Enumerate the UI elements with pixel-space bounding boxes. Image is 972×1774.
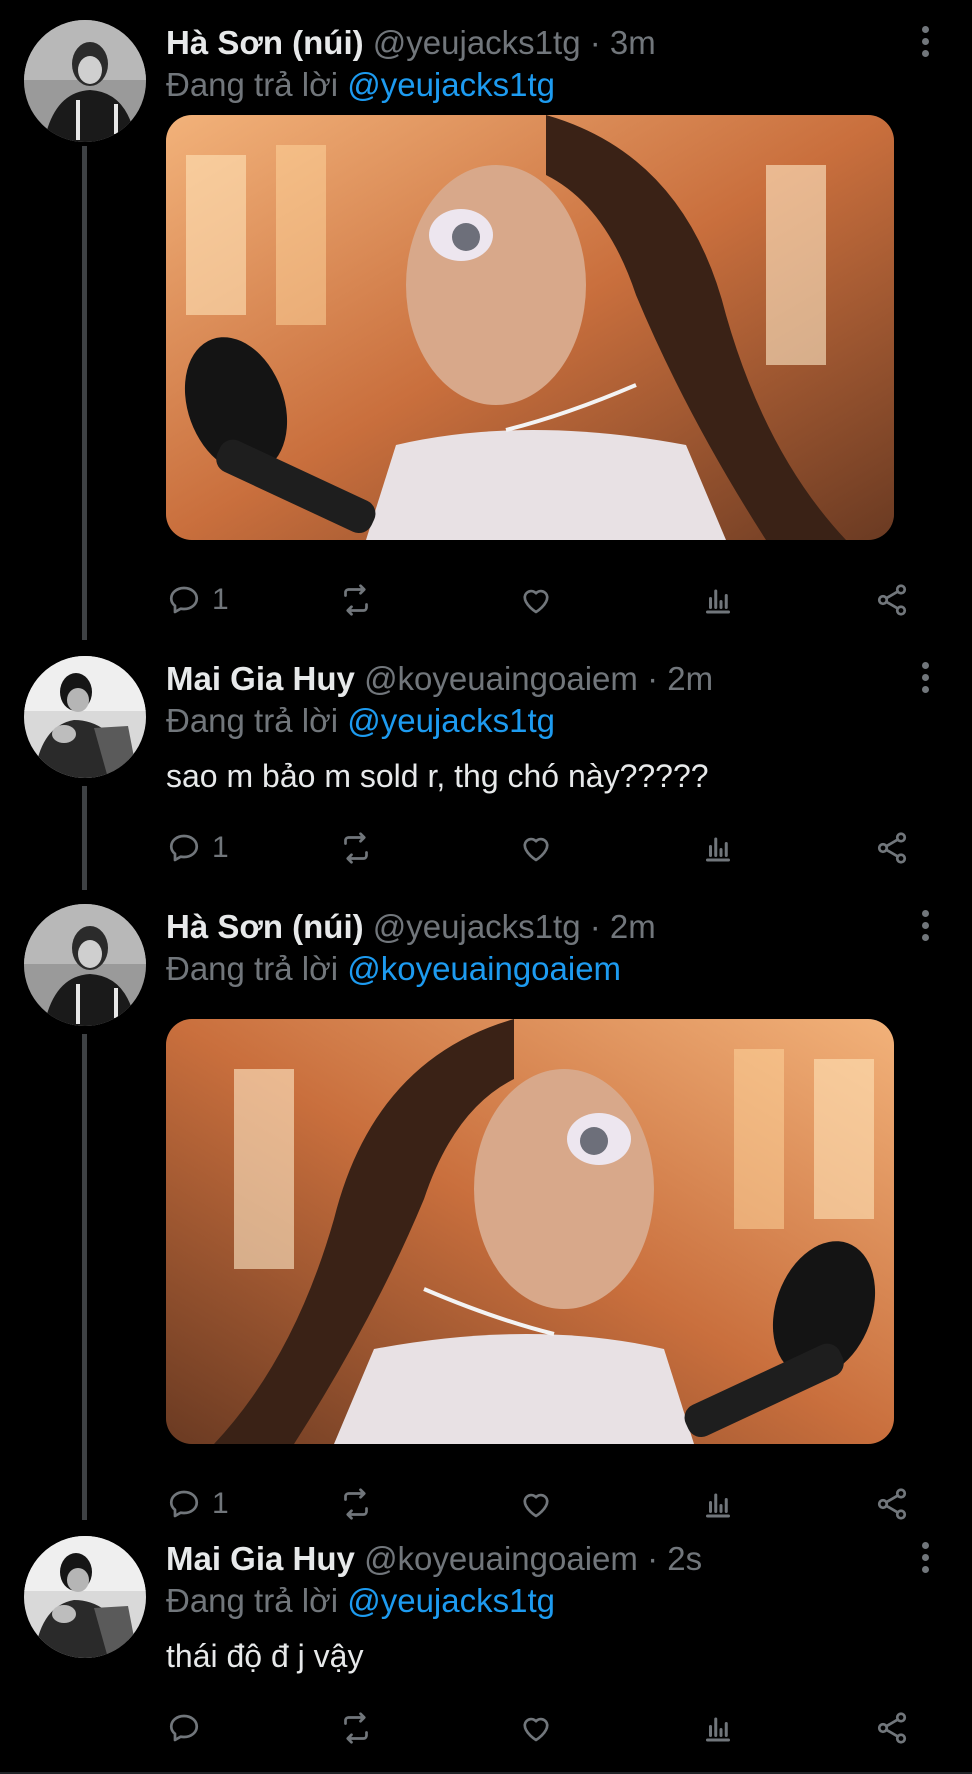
share-button[interactable] xyxy=(874,576,910,624)
replying-to-label: Đang trả lời xyxy=(166,66,339,103)
analytics-button[interactable] xyxy=(700,1704,736,1752)
tweet-4[interactable]: Mai Gia Huy @koyeuaingoaiem · 2s Đang tr… xyxy=(0,1520,972,1774)
timestamp[interactable]: 3m xyxy=(610,24,656,61)
avatar-mai-gia-huy-image xyxy=(24,1536,146,1658)
separator-dot: · xyxy=(647,1540,659,1577)
share-icon xyxy=(877,1488,907,1520)
mention-link[interactable]: @yeujacks1tg xyxy=(347,702,555,739)
tweet-actions: 1 xyxy=(166,576,926,624)
replying-to: Đang trả lời @koyeuaingoaiem xyxy=(166,948,621,990)
tweet-header: Hà Sơn (núi) @yeujacks1tg · 3m xyxy=(166,22,912,64)
heart-icon xyxy=(523,1493,549,1518)
reply-count: 1 xyxy=(212,583,229,616)
retweet-icon xyxy=(344,832,368,864)
avatar-mai-gia-huy-image xyxy=(24,656,146,778)
thread-connector xyxy=(82,1034,87,1520)
like-button[interactable] xyxy=(518,824,554,872)
reply-icon xyxy=(169,586,199,614)
more-vertical-icon[interactable] xyxy=(920,1542,930,1574)
retweet-button[interactable] xyxy=(338,1704,374,1752)
share-button[interactable] xyxy=(874,1704,910,1752)
heart-icon xyxy=(523,589,549,614)
display-name[interactable]: Hà Sơn (núi) xyxy=(166,24,364,61)
tweet-thread: Hà Sơn (núi) @yeujacks1tg · 3m Đang trả … xyxy=(0,0,972,1774)
reply-count: 1 xyxy=(212,1487,229,1520)
avatar[interactable] xyxy=(24,656,146,778)
avatar[interactable] xyxy=(24,1536,146,1658)
retweet-icon xyxy=(344,1712,368,1744)
replying-to: Đang trả lời @yeujacks1tg xyxy=(166,64,555,106)
tweet-text: thái độ đ j vậy xyxy=(166,1638,364,1674)
retweet-button[interactable] xyxy=(338,824,374,872)
tweet-header: Mai Gia Huy @koyeuaingoaiem · 2m xyxy=(166,658,912,700)
tweet-1[interactable]: Hà Sơn (núi) @yeujacks1tg · 3m Đang trả … xyxy=(0,0,972,640)
tweet-header: Hà Sơn (núi) @yeujacks1tg · 2m xyxy=(166,906,912,948)
tweet-text: sao m bảo m sold r, thg chó này????? xyxy=(166,758,709,794)
retweet-button[interactable] xyxy=(338,576,374,624)
retweet-icon xyxy=(344,584,368,616)
display-name[interactable]: Mai Gia Huy xyxy=(166,660,355,697)
mention-link[interactable]: @koyeuaingoaiem xyxy=(347,950,621,987)
user-handle[interactable]: @koyeuaingoaiem xyxy=(364,1540,638,1577)
mention-link[interactable]: @yeujacks1tg xyxy=(347,66,555,103)
reply-button[interactable]: 1 xyxy=(166,576,229,624)
like-button[interactable] xyxy=(518,1704,554,1752)
replying-to-label: Đang trả lời xyxy=(166,1582,339,1619)
thread-connector xyxy=(82,786,87,890)
avatar[interactable] xyxy=(24,904,146,1026)
like-button[interactable] xyxy=(518,576,554,624)
analytics-button[interactable] xyxy=(700,824,736,872)
separator-dot: · xyxy=(647,660,659,697)
tweet-3[interactable]: Hà Sơn (núi) @yeujacks1tg · 2m Đang trả … xyxy=(0,888,972,1520)
tweet-2[interactable]: Mai Gia Huy @koyeuaingoaiem · 2m Đang tr… xyxy=(0,640,972,890)
reply-icon xyxy=(169,1490,199,1518)
tweet-media-photo[interactable] xyxy=(166,115,894,540)
replying-to: Đang trả lời @yeujacks1tg xyxy=(166,1580,555,1622)
user-handle[interactable]: @yeujacks1tg xyxy=(373,24,581,61)
display-name[interactable]: Mai Gia Huy xyxy=(166,1540,355,1577)
analytics-icon xyxy=(706,1717,730,1742)
replying-to-label: Đang trả lời xyxy=(166,950,339,987)
reply-icon xyxy=(169,834,199,862)
mention-link[interactable]: @yeujacks1tg xyxy=(347,1582,555,1619)
display-name[interactable]: Hà Sơn (núi) xyxy=(166,908,364,945)
analytics-button[interactable] xyxy=(700,576,736,624)
reply-icon xyxy=(169,1714,199,1742)
share-button[interactable] xyxy=(874,824,910,872)
tweet-actions xyxy=(166,1704,926,1752)
share-icon xyxy=(877,832,907,864)
heart-icon xyxy=(523,1717,549,1742)
replying-to-label: Đang trả lời xyxy=(166,702,339,739)
avatar-ha-son-image xyxy=(24,904,146,1026)
tweet-actions: 1 xyxy=(166,824,926,872)
tweet-media-photo[interactable] xyxy=(166,1019,894,1444)
avatar[interactable] xyxy=(24,20,146,142)
reply-count: 1 xyxy=(212,831,229,864)
analytics-icon xyxy=(706,1493,730,1518)
timestamp[interactable]: 2s xyxy=(667,1540,702,1577)
more-vertical-icon[interactable] xyxy=(920,662,930,694)
timestamp[interactable]: 2m xyxy=(667,660,713,697)
photo-icon xyxy=(166,115,894,540)
replying-to: Đang trả lời @yeujacks1tg xyxy=(166,700,555,742)
reply-button[interactable] xyxy=(166,1704,212,1752)
separator-dot: · xyxy=(589,908,601,945)
photo-icon xyxy=(166,1019,894,1444)
heart-icon xyxy=(523,837,549,862)
analytics-icon xyxy=(706,589,730,614)
more-vertical-icon[interactable] xyxy=(920,910,930,942)
user-handle[interactable]: @yeujacks1tg xyxy=(373,908,581,945)
timestamp[interactable]: 2m xyxy=(610,908,656,945)
separator-dot: · xyxy=(589,24,601,61)
reply-button[interactable]: 1 xyxy=(166,824,229,872)
retweet-icon xyxy=(344,1488,368,1520)
tweet-header: Mai Gia Huy @koyeuaingoaiem · 2s xyxy=(166,1538,912,1580)
thread-connector xyxy=(82,146,87,640)
avatar-ha-son-image xyxy=(24,20,146,142)
user-handle[interactable]: @koyeuaingoaiem xyxy=(364,660,638,697)
more-vertical-icon[interactable] xyxy=(920,26,930,58)
share-icon xyxy=(877,1712,907,1744)
share-icon xyxy=(877,584,907,616)
analytics-icon xyxy=(706,837,730,862)
